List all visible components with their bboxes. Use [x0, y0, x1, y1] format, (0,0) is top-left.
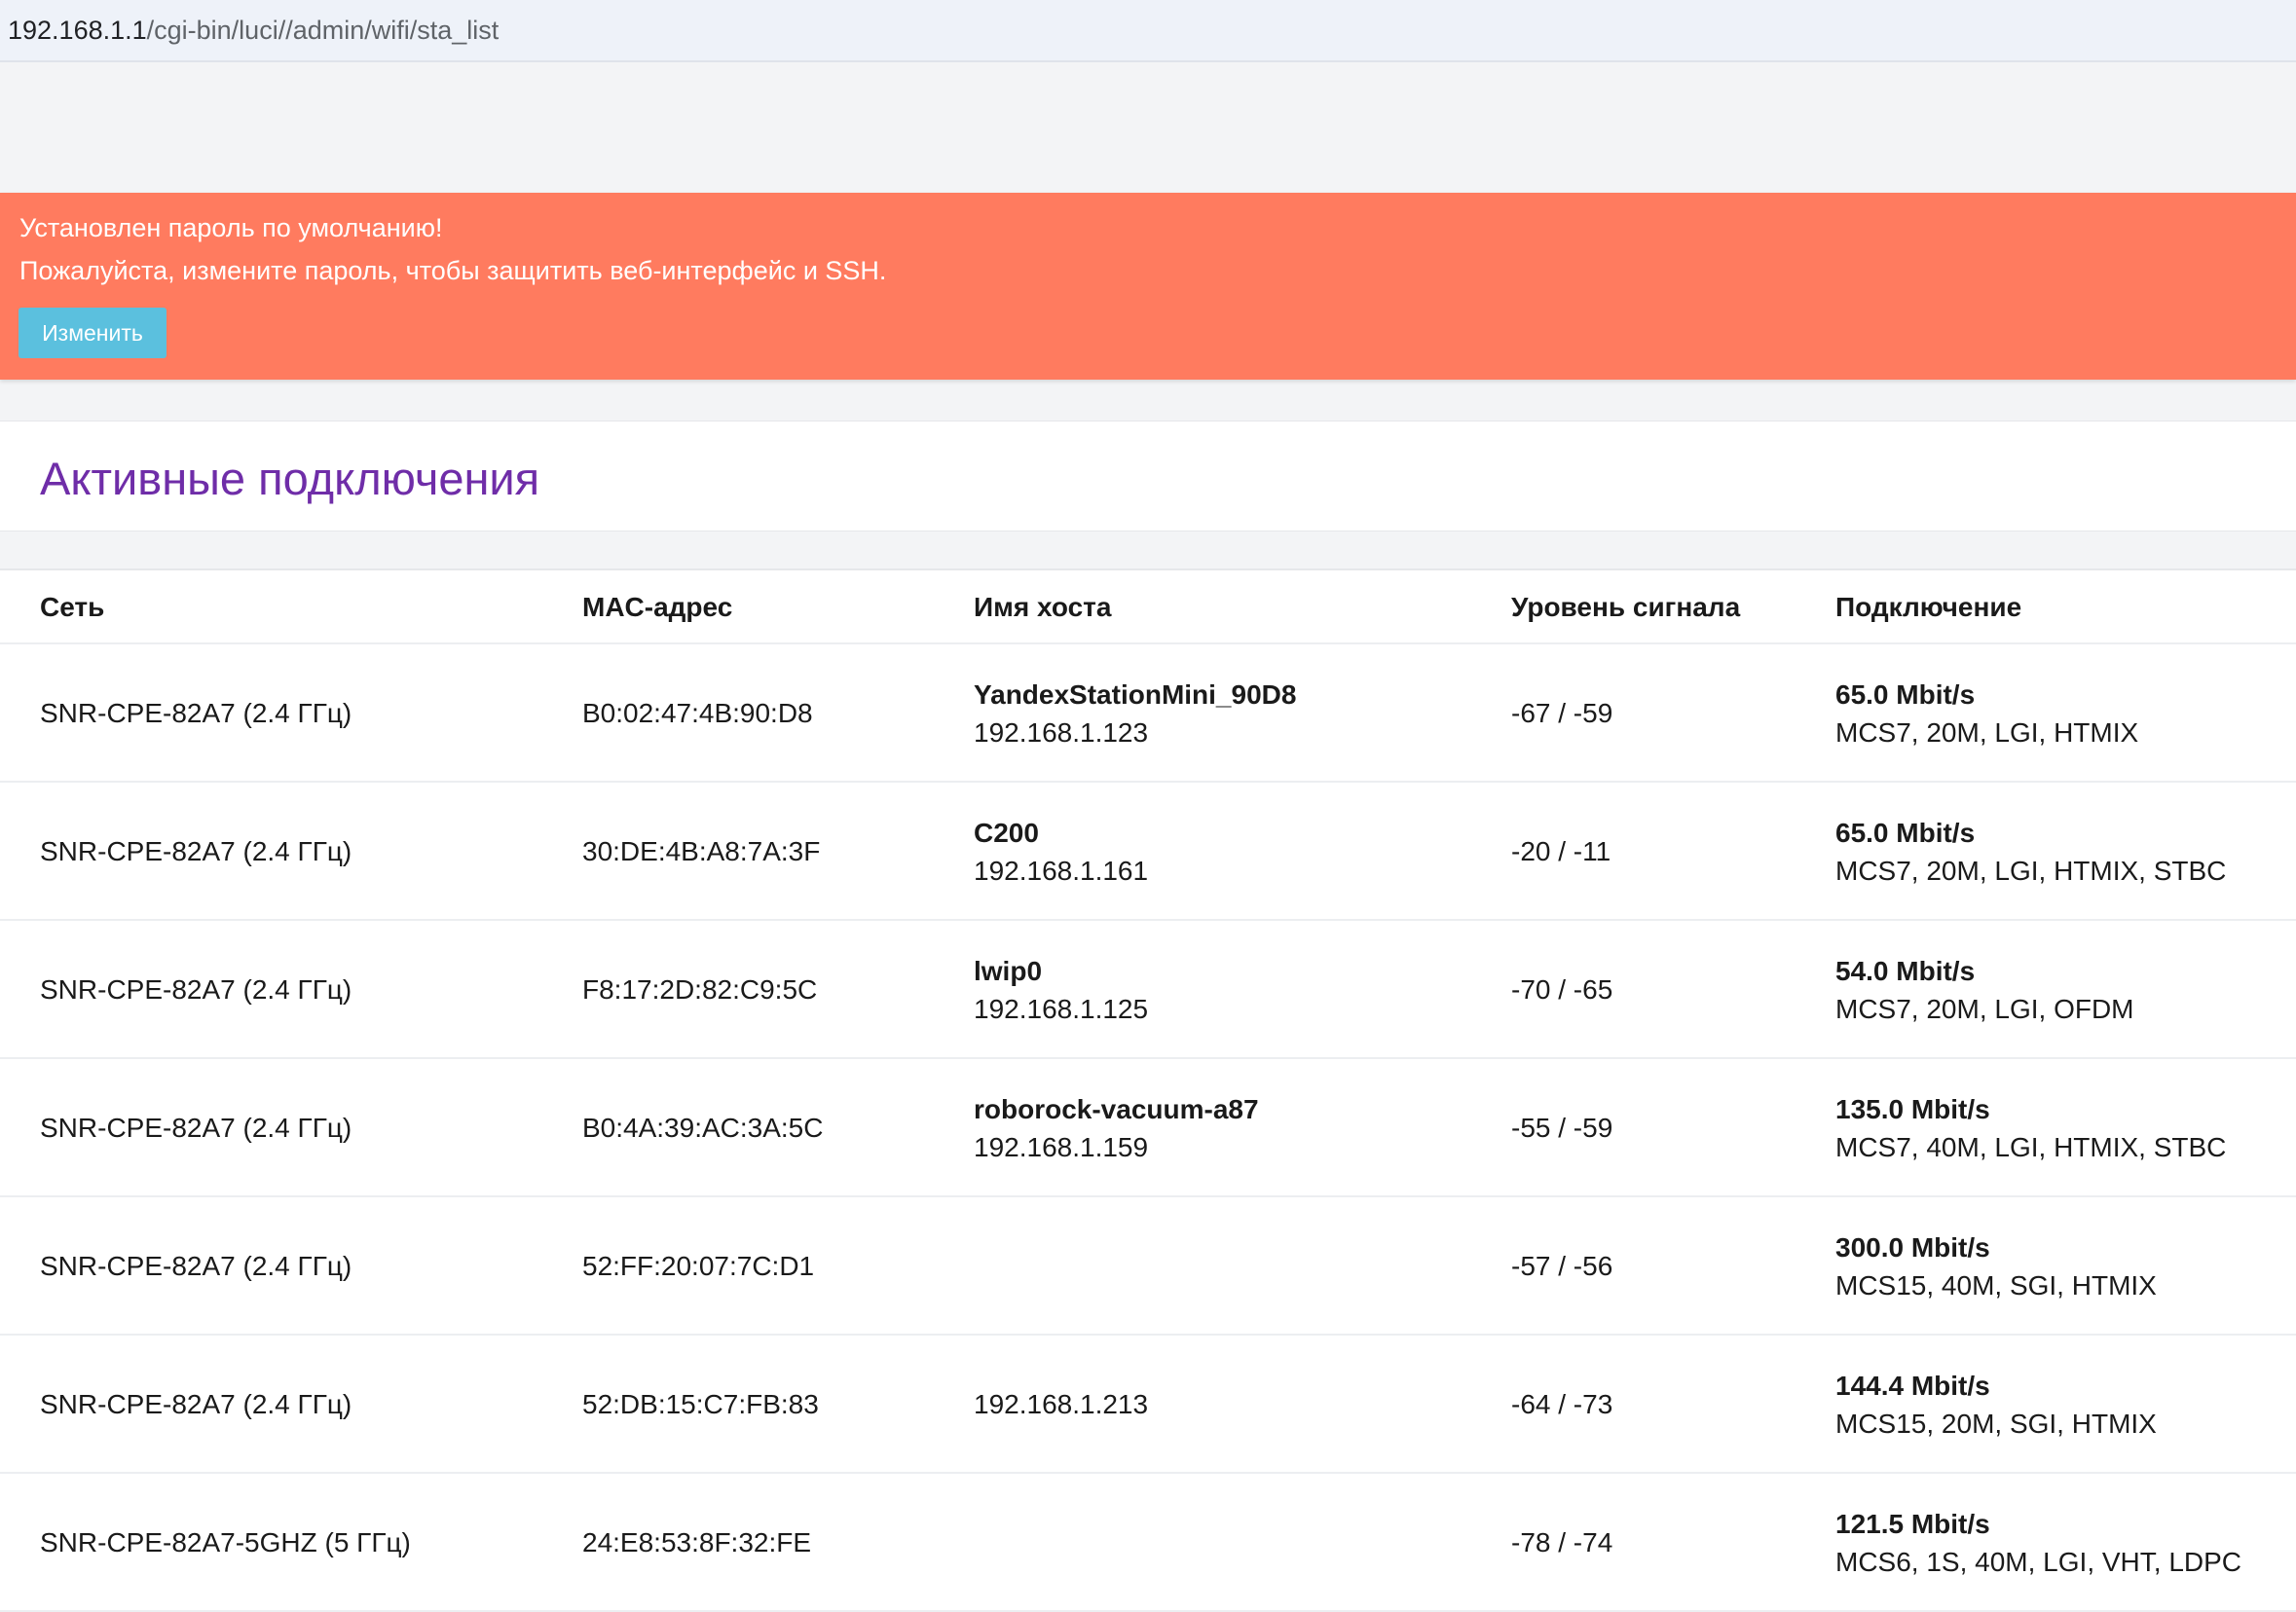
cell-connection-rate: 54.0 Mbit/s: [1835, 956, 1976, 986]
cell-connection-rate: 65.0 Mbit/s: [1835, 679, 1976, 710]
cell-mac-address: B0:4A:39:AC:3A:5C: [582, 1113, 824, 1143]
cell-network: SNR-CPE-82A7 (2.4 ГГц): [40, 836, 352, 866]
cell-network: SNR-CPE-82A7 (2.4 ГГц): [40, 698, 352, 728]
col-header-connection: Подключение: [1835, 592, 2022, 622]
address-bar[interactable]: 192.168.1.1/cgi-bin/luci//admin/wifi/sta…: [0, 0, 2296, 62]
cell-hostname: C200: [974, 818, 1039, 848]
stations-table: Сеть MAC-адрес Имя хоста Уровень сигнала…: [0, 568, 2296, 1612]
cell-network: SNR-CPE-82A7 (2.4 ГГц): [40, 1113, 352, 1143]
cell-hostname: lwip0: [974, 956, 1043, 986]
cell-signal-level: -67 / -59: [1511, 698, 1613, 728]
table-row: SNR-CPE-82A7 (2.4 ГГц) 52:FF:20:07:7C:D1 -…: [0, 1197, 2296, 1336]
cell-ip-address: 192.168.1.125: [974, 994, 1149, 1024]
cell-network: SNR-CPE-82A7 (2.4 ГГц): [40, 1389, 352, 1419]
cell-ip-address: 192.168.1.161: [974, 856, 1149, 886]
warning-title: Установлен пароль по умолчанию!: [19, 213, 443, 242]
cell-mac-address: 52:DB:15:C7:FB:83: [582, 1389, 819, 1419]
cell-signal-level: -57 / -56: [1511, 1251, 1613, 1281]
cell-mac-address: 30:DE:4B:A8:7A:3F: [582, 836, 821, 866]
cell-signal-level: -70 / -65: [1511, 974, 1613, 1005]
table-row: SNR-CPE-82A7 (2.4 ГГц) B0:02:47:4B:90:D8 Y…: [0, 644, 2296, 783]
table-row: SNR-CPE-82A7 (2.4 ГГц) F8:17:2D:82:C9:5C l…: [0, 921, 2296, 1059]
cell-connection-details: MCS6, 1S, 40M, LGI, VHT, LDPC: [1835, 1547, 2242, 1577]
page-header: Активные подключения: [0, 421, 2296, 531]
url-path: /cgi-bin/luci//admin/wifi/sta_list: [146, 16, 500, 45]
cell-connection-details: MCS7, 20M, LGI, HTMIX, STBC: [1835, 856, 2227, 886]
cell-mac-address: 24:E8:53:8F:32:FE: [582, 1527, 812, 1557]
cell-hostname: YandexStationMini_90D8: [974, 679, 1297, 710]
change-password-button[interactable]: Изменить: [19, 308, 167, 358]
url-text[interactable]: 192.168.1.1/cgi-bin/luci//admin/wifi/sta…: [8, 13, 499, 48]
cell-ip-address: 192.168.1.159: [974, 1132, 1149, 1162]
col-header-hostname: Имя хоста: [974, 592, 1112, 622]
cell-connection-details: MCS7, 20M, LGI, OFDM: [1835, 994, 2134, 1024]
cell-network: SNR-CPE-82A7 (2.4 ГГц): [40, 1251, 352, 1281]
cell-hostname: roborock-vacuum-a87: [974, 1094, 1259, 1124]
cell-network: SNR-CPE-82A7 (2.4 ГГц): [40, 974, 352, 1005]
cell-ip-address: 192.168.1.213: [974, 1389, 1149, 1419]
table-row: SNR-CPE-82A7 (2.4 ГГц) 52:DB:15:C7:FB:83 1…: [0, 1336, 2296, 1474]
table-header-row: Сеть MAC-адрес Имя хоста Уровень сигнала…: [0, 570, 2296, 644]
cell-signal-level: -64 / -73: [1511, 1389, 1613, 1419]
table-row: SNR-CPE-82A7 (2.4 ГГц) 30:DE:4B:A8:7A:3F C…: [0, 783, 2296, 921]
cell-connection-rate: 300.0 Mbit/s: [1835, 1232, 1990, 1263]
cell-connection-details: MCS7, 40M, LGI, HTMIX, STBC: [1835, 1132, 2227, 1162]
url-host: 192.168.1.1: [8, 16, 147, 45]
table-row: SNR-CPE-82A7-5GHZ (5 ГГц) 24:E8:53:8F:32:…: [0, 1474, 2296, 1612]
col-header-mac: MAC-адрес: [582, 592, 733, 622]
warning-message: Пожалуйста, измените пароль, чтобы защит…: [19, 256, 887, 285]
cell-connection-rate: 135.0 Mbit/s: [1835, 1094, 1990, 1124]
cell-mac-address: F8:17:2D:82:C9:5C: [582, 974, 818, 1005]
cell-signal-level: -78 / -74: [1511, 1527, 1613, 1557]
cell-connection-rate: 65.0 Mbit/s: [1835, 818, 1976, 848]
cell-connection-rate: 144.4 Mbit/s: [1835, 1371, 1990, 1401]
cell-signal-level: -20 / -11: [1511, 836, 1611, 866]
cell-network: SNR-CPE-82A7-5GHZ (5 ГГц): [40, 1527, 411, 1557]
col-header-network: Сеть: [40, 592, 105, 622]
cell-connection-details: MCS15, 40M, SGI, HTMIX: [1835, 1270, 2157, 1301]
page-title: Активные подключения: [40, 453, 540, 504]
cell-connection-rate: 121.5 Mbit/s: [1835, 1509, 1990, 1539]
cell-signal-level: -55 / -59: [1511, 1113, 1613, 1143]
table-row: SNR-CPE-82A7 (2.4 ГГц) B0:4A:39:AC:3A:5C r…: [0, 1059, 2296, 1197]
cell-connection-details: MCS7, 20M, LGI, HTMIX: [1835, 717, 2139, 748]
col-header-signal: Уровень сигнала: [1511, 592, 1741, 622]
cell-connection-details: MCS15, 20M, SGI, HTMIX: [1835, 1409, 2157, 1439]
cell-mac-address: B0:02:47:4B:90:D8: [582, 698, 813, 728]
cell-ip-address: 192.168.1.123: [974, 717, 1149, 748]
cell-mac-address: 52:FF:20:07:7C:D1: [582, 1251, 815, 1281]
